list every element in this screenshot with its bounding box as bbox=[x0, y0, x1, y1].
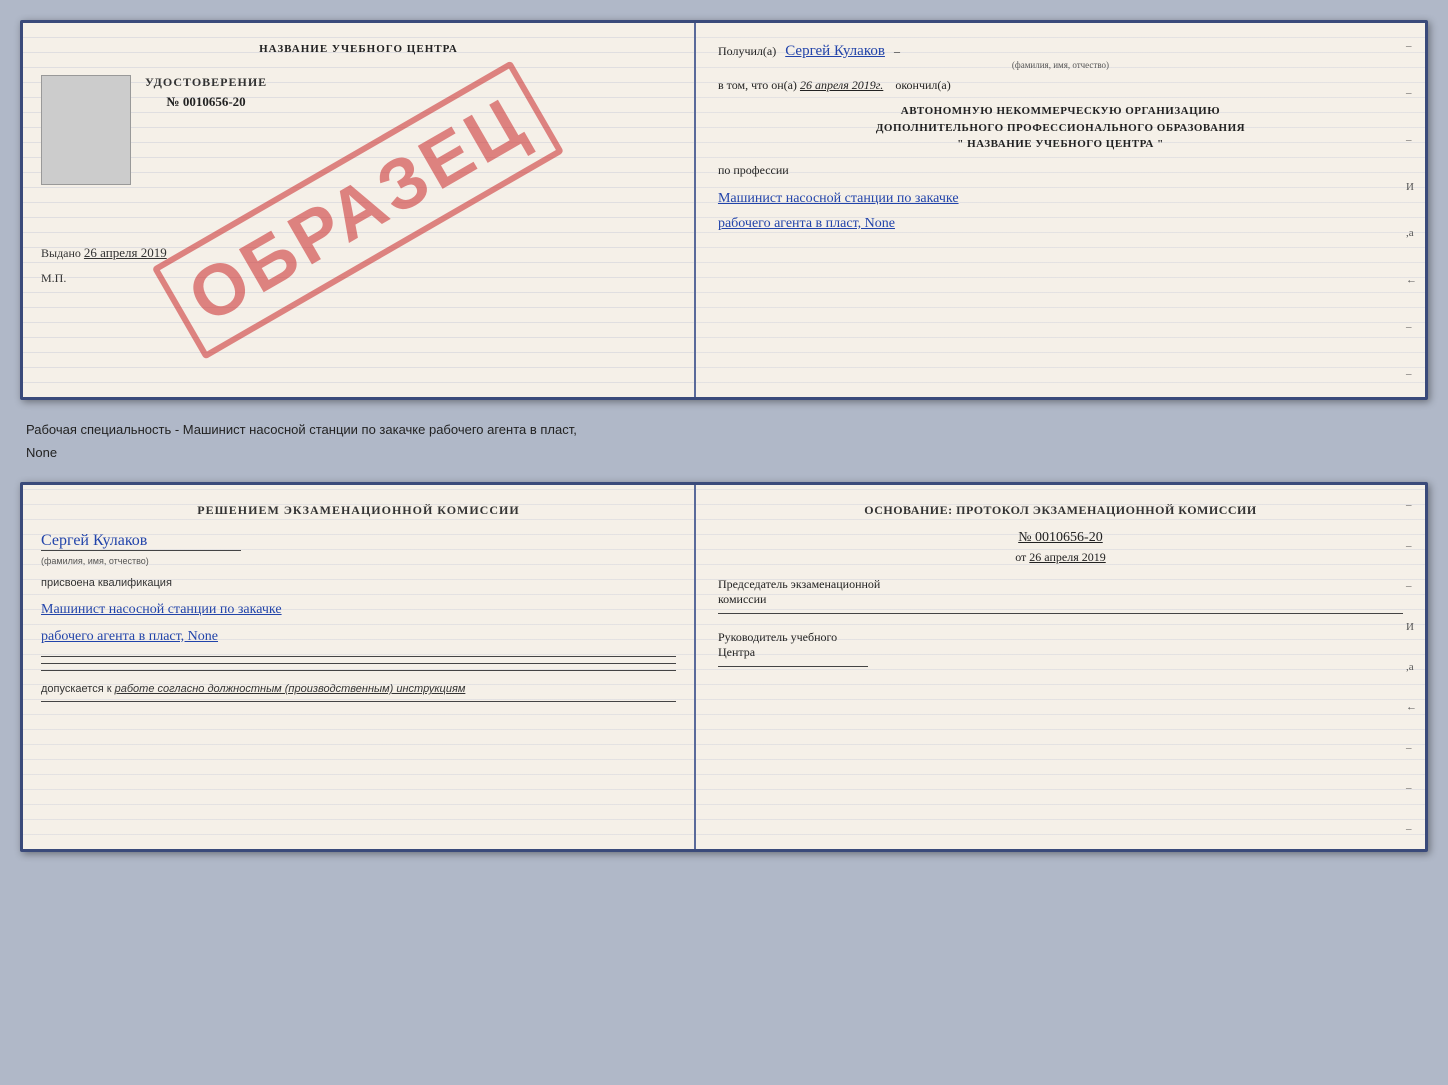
completed-date: 26 апреля 2019г. bbox=[800, 78, 883, 92]
org-line3: " НАЗВАНИЕ УЧЕБНОГО ЦЕНТРА " bbox=[718, 136, 1403, 153]
recipient-name: Сергей Кулаков bbox=[785, 43, 885, 59]
qualification-line2: рабочего агента в пласт, None bbox=[41, 624, 676, 651]
prisvoena-label: присвоена квалификация bbox=[41, 577, 676, 589]
profession-line1-top: Машинист насосной станции по закачке bbox=[718, 186, 1403, 211]
bottom-document: Решением экзаменационной комиссии Сергей… bbox=[20, 482, 1428, 852]
org-line1: АВТОНОМНУЮ НЕКОММЕРЧЕСКУЮ ОРГАНИЗАЦИЮ bbox=[718, 103, 1403, 120]
doc-bottom-left-panel: Решением экзаменационной комиссии Сергей… bbox=[23, 485, 696, 849]
subtitle-line1: Рабочая специальность - Машинист насосно… bbox=[26, 418, 1422, 441]
dopuskaetsya-line: допускается к работе согласно должностны… bbox=[41, 683, 676, 695]
vtom-line: в том, что он(а) 26 апреля 2019г. окончи… bbox=[718, 78, 1403, 93]
org-line2: ДОПОЛНИТЕЛЬНОГО ПРОФЕССИОНАЛЬНОГО ОБРАЗО… bbox=[718, 120, 1403, 137]
profession-line2-top: рабочего агента в пласт, None bbox=[718, 211, 1403, 236]
separator-line-4 bbox=[41, 701, 676, 702]
bottom-right-dashes: – – – И ,а ← – – – bbox=[1406, 485, 1417, 849]
poluchil-label: Получил(а) bbox=[718, 44, 776, 58]
right-dashes: – – – И ,а ← – – bbox=[1406, 23, 1417, 397]
vydano-label: Выдано bbox=[41, 246, 81, 260]
protocol-number: № 0010656-20 bbox=[718, 530, 1403, 546]
separator-line-2 bbox=[41, 663, 676, 664]
photo-placeholder bbox=[41, 75, 131, 185]
protocol-date-line: от 26 апреля 2019 bbox=[718, 550, 1403, 565]
vydano-date: 26 апреля 2019 bbox=[84, 245, 167, 260]
mp-line: М.П. bbox=[41, 271, 676, 286]
top-center-title: НАЗВАНИЕ УЧЕБНОГО ЦЕНТРА bbox=[41, 43, 676, 55]
vtom-label: в том, что он(а) bbox=[718, 78, 797, 92]
dopuskaetsya-text: работе согласно должностным (производств… bbox=[115, 683, 466, 695]
po-professii-label: по профессии bbox=[718, 163, 1403, 178]
okonchil-label: окончил(а) bbox=[895, 78, 950, 92]
bottom-name: Сергей Кулаков bbox=[41, 532, 241, 551]
cert-number-top: № 0010656-20 bbox=[145, 94, 267, 110]
bottom-fio-sublabel: (фамилия, имя, отчество) bbox=[41, 556, 149, 566]
doc-bottom-right-panel: Основание: протокол экзаменационной коми… bbox=[696, 485, 1425, 849]
komissia-title: Решением экзаменационной комиссии bbox=[41, 503, 676, 518]
ot-label: от bbox=[1015, 550, 1026, 564]
dopuskaetsya-label: допускается к bbox=[41, 683, 112, 695]
rukov-line1: Руководитель учебного bbox=[718, 630, 1403, 645]
rukov-line2: Центра bbox=[718, 645, 1403, 660]
vydano-line: Выдано 26 апреля 2019 bbox=[41, 245, 676, 261]
udostoverenie-block: УДОСТОВЕРЕНИЕ № 0010656-20 bbox=[145, 75, 267, 185]
qualification-line1: Машинист насосной станции по закачке bbox=[41, 597, 676, 624]
subtitle-block: Рабочая специальность - Машинист насосно… bbox=[20, 416, 1428, 466]
protocol-date: 26 апреля 2019 bbox=[1029, 550, 1105, 564]
doc-left-panel: НАЗВАНИЕ УЧЕБНОГО ЦЕНТРА УДОСТОВЕРЕНИЕ №… bbox=[23, 23, 696, 397]
sign-line-predsedatel bbox=[718, 613, 1403, 614]
separator-line-1 bbox=[41, 656, 676, 657]
sign-line-rukov bbox=[718, 666, 868, 667]
top-document: НАЗВАНИЕ УЧЕБНОГО ЦЕНТРА УДОСТОВЕРЕНИЕ №… bbox=[20, 20, 1428, 400]
fio-sublabel-top: (фамилия, имя, отчество) bbox=[718, 60, 1403, 70]
predsedatel-line2: комиссии bbox=[718, 592, 1403, 607]
subtitle-line2: None bbox=[26, 441, 1422, 464]
separator-line-3 bbox=[41, 670, 676, 671]
udostoverenie-label: УДОСТОВЕРЕНИЕ bbox=[145, 75, 267, 90]
doc-right-panel: Получил(а) Сергей Кулаков – (фамилия, им… bbox=[696, 23, 1425, 397]
poluchil-line: Получил(а) Сергей Кулаков – (фамилия, им… bbox=[718, 43, 1403, 70]
osnov-title: Основание: протокол экзаменационной коми… bbox=[718, 503, 1403, 518]
predsedatel-line1: Председатель экзаменационной bbox=[718, 577, 1403, 592]
